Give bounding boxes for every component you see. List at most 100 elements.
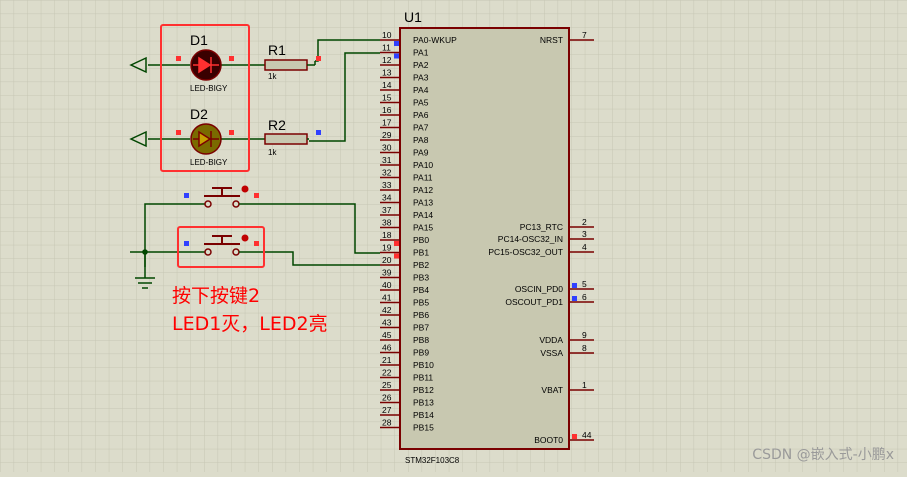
mcu-pin-name: PB9 (413, 348, 429, 358)
mcu-pin-name: PA0-WKUP (413, 35, 457, 45)
resistor-r1-body[interactable] (264, 59, 308, 71)
mcu-pin-name: PB7 (413, 323, 429, 333)
mcu-pin-number: 33 (382, 180, 392, 190)
mcu-pin-number: 32 (382, 168, 392, 178)
mcu-pin-name: PB6 (413, 310, 429, 320)
mcu-pin-number: 38 (382, 218, 392, 228)
mcu-pin-name: NRST (540, 35, 563, 45)
mcu-pin-name: PB12 (413, 385, 434, 395)
mcu-pin-name: PC15-OSC32_OUT (488, 247, 563, 257)
mcu-pin-name: PB10 (413, 360, 434, 370)
pin-state-indicator (394, 41, 399, 46)
mcu-pin-name: PA13 (413, 198, 433, 208)
mcu-pin-number: 34 (382, 193, 392, 203)
mcu-pin-name: PA11 (413, 173, 433, 183)
mcu-pin-name: PA9 (413, 148, 429, 158)
mcu-pin-number: 6 (582, 292, 587, 302)
mcu-pin-number: 29 (382, 130, 392, 140)
mcu-pin-number: 22 (382, 368, 392, 378)
pin-state-blue (316, 130, 321, 135)
mcu-pin-number: 27 (382, 405, 392, 415)
mcu-pin-number: 19 (382, 243, 392, 253)
mcu-pin-name: PA12 (413, 185, 433, 195)
annotation-line-2: LED1灭，LED2亮 (172, 313, 328, 335)
watermark: CSDN @嵌入式-小鹏x (752, 447, 894, 463)
mcu-pin-number: 46 (382, 343, 392, 353)
mcu-pin-name: PA14 (413, 210, 433, 220)
mcu-pin-name: PA3 (413, 73, 429, 83)
annotation-line-1: 按下按键2 (172, 285, 260, 307)
mcu-pin-number: 13 (382, 68, 392, 78)
pin-state-red (176, 56, 181, 61)
mcu-pin-number: 17 (382, 118, 392, 128)
mcu-pin-name: OSCIN_PD0 (515, 284, 563, 294)
mcu-pin-number: 43 (382, 318, 392, 328)
mcu-pin-name: PC14-OSC32_IN (498, 234, 563, 244)
pin-state-red (254, 241, 259, 246)
mcu-pin-number: 7 (582, 30, 587, 40)
led-d1-part: LED-BIGY (190, 84, 228, 93)
mcu-pin-number: 2 (582, 217, 587, 227)
mcu-pin-number: 42 (382, 305, 392, 315)
mcu-pin-number: 39 (382, 268, 392, 278)
mcu-pin-number: 25 (382, 380, 392, 390)
mcu-pin-name: VDDA (539, 335, 563, 345)
mcu-pin-number: 21 (382, 355, 392, 365)
pushbutton-1-toggle-icon[interactable] (241, 185, 249, 193)
mcu-pin-number: 15 (382, 93, 392, 103)
mcu-pin-number: 41 (382, 293, 392, 303)
led-d1-ref: D1 (190, 32, 208, 48)
pin-state-blue (184, 193, 189, 198)
pin-state-indicator (572, 296, 577, 301)
mcu-pin-number: 8 (582, 343, 587, 353)
mcu-pin-name: PB2 (413, 260, 429, 270)
led-d2-ref: D2 (190, 106, 208, 122)
mcu-pin-number: 37 (382, 205, 392, 215)
mcu-pin-name: PB13 (413, 398, 434, 408)
mcu-pin-name: PB8 (413, 335, 429, 345)
pin-state-indicator (572, 283, 577, 288)
resistor-r2-value: 1k (268, 148, 277, 157)
led-d2-part: LED-BIGY (190, 158, 228, 167)
mcu-pin-number: 1 (582, 380, 587, 390)
mcu-pin-number: 40 (382, 280, 392, 290)
pin-state-indicator (394, 53, 399, 59)
mcu-u1[interactable]: U1 STM32F103C8 10 PA0-WKUP11 PA112 PA213 PA3… (380, 9, 594, 465)
pin-state-red (229, 130, 234, 135)
pin-state-red (176, 130, 181, 135)
mcu-pin-number: 26 (382, 393, 392, 403)
schematic-svg: U1 STM32F103C8 10 PA0-WKUP11 PA112 PA213 PA3… (0, 0, 907, 472)
mcu-part-label: STM32F103C8 (405, 456, 460, 465)
mcu-pin-number: 3 (582, 229, 587, 239)
pin-state-indicator (394, 253, 399, 259)
mcu-pin-name: OSCOUT_PD1 (505, 297, 563, 307)
mcu-pin-number: 12 (382, 55, 392, 65)
resistor-r2-body[interactable] (264, 133, 308, 145)
mcu-pin-name: VBAT (541, 385, 563, 395)
mcu-pin-number: 20 (382, 255, 392, 265)
mcu-pin-name: PA5 (413, 98, 429, 108)
mcu-pin-name: BOOT0 (534, 435, 563, 445)
mcu-pin-name: PB11 (413, 373, 433, 383)
mcu-pin-name: PC13_RTC (520, 222, 563, 232)
mcu-pin-name: PA1 (413, 48, 429, 58)
pin-state-red (254, 193, 259, 198)
mcu-pin-number: 16 (382, 105, 392, 115)
mcu-pin-name: PB4 (413, 285, 429, 295)
mcu-pin-number: 18 (382, 230, 392, 240)
mcu-pin-name: PB15 (413, 423, 434, 433)
mcu-pin-name: PB3 (413, 273, 429, 283)
pushbutton-2-toggle-icon[interactable] (241, 234, 249, 242)
mcu-pin-number: 4 (582, 242, 587, 252)
resistor-r1-value: 1k (268, 72, 277, 81)
mcu-pin-number: 10 (382, 30, 392, 40)
mcu-pin-name: PB5 (413, 298, 429, 308)
mcu-pin-number: 45 (382, 330, 392, 340)
mcu-pin-number: 30 (382, 143, 392, 153)
mcu-pin-name: PB0 (413, 235, 429, 245)
schematic-canvas: U1 STM32F103C8 10 PA0-WKUP 11 PA1 12 PA2 13 PA3… (0, 0, 907, 472)
mcu-pin-name: PB1 (413, 248, 429, 258)
mcu-pin-name: PA7 (413, 123, 429, 133)
pin-state-red (229, 56, 234, 61)
mcu-pin-number: 5 (582, 279, 587, 289)
